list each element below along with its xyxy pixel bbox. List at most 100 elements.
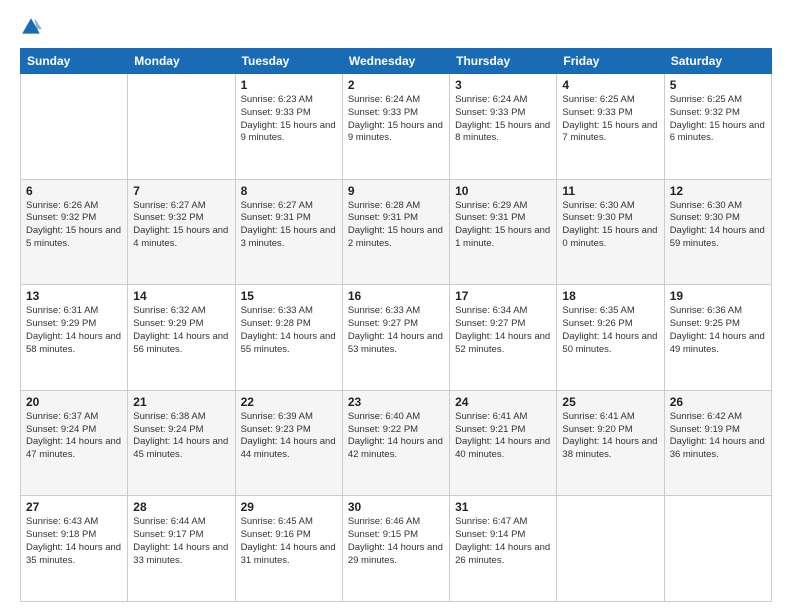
day-number: 26 (670, 395, 766, 409)
header (20, 18, 772, 38)
day-info: Sunrise: 6:35 AM Sunset: 9:26 PM Dayligh… (562, 305, 658, 356)
day-info: Sunrise: 6:25 AM Sunset: 9:32 PM Dayligh… (670, 94, 766, 145)
day-number: 8 (241, 184, 337, 198)
calendar-header-monday: Monday (128, 49, 235, 74)
day-info: Sunrise: 6:43 AM Sunset: 9:18 PM Dayligh… (26, 516, 122, 567)
day-info: Sunrise: 6:34 AM Sunset: 9:27 PM Dayligh… (455, 305, 551, 356)
day-info: Sunrise: 6:40 AM Sunset: 9:22 PM Dayligh… (348, 411, 444, 462)
day-info: Sunrise: 6:28 AM Sunset: 9:31 PM Dayligh… (348, 200, 444, 251)
calendar-cell: 15 Sunrise: 6:33 AM Sunset: 9:28 PM Dayli… (235, 285, 342, 391)
calendar-cell: 14Sunrise: 6:32 AM Sunset: 9:29 PM Dayli… (128, 285, 235, 391)
day-number: 23 (348, 395, 444, 409)
calendar-cell (21, 74, 128, 180)
calendar-cell: 9 Sunrise: 6:28 AM Sunset: 9:31 PM Daylig… (342, 179, 449, 285)
calendar-cell: 28 Sunrise: 6:44 AM Sunset: 9:17 PM Dayli… (128, 496, 235, 602)
calendar-cell (557, 496, 664, 602)
day-info: Sunrise: 6:30 AM Sunset: 9:30 PM Dayligh… (562, 200, 658, 251)
day-number: 30 (348, 500, 444, 514)
day-info: Sunrise: 6:46 AM Sunset: 9:15 PM Dayligh… (348, 516, 444, 567)
calendar-cell: 19Sunrise: 6:36 AM Sunset: 9:25 PM Dayli… (664, 285, 771, 391)
day-number: 1 (241, 78, 337, 92)
calendar-cell: 22 Sunrise: 6:39 AM Sunset: 9:23 PM Dayli… (235, 390, 342, 496)
calendar-cell: 25Sunrise: 6:41 AM Sunset: 9:20 PM Dayli… (557, 390, 664, 496)
calendar-header-wednesday: Wednesday (342, 49, 449, 74)
calendar-cell: 20 Sunrise: 6:37 AM Sunset: 9:24 PM Dayli… (21, 390, 128, 496)
calendar-cell: 24 Sunrise: 6:41 AM Sunset: 9:21 PM Dayli… (450, 390, 557, 496)
day-number: 15 (241, 289, 337, 303)
day-number: 11 (562, 184, 658, 198)
day-number: 19 (670, 289, 766, 303)
calendar-header-tuesday: Tuesday (235, 49, 342, 74)
calendar-header-thursday: Thursday (450, 49, 557, 74)
day-number: 2 (348, 78, 444, 92)
day-info: Sunrise: 6:33 AM Sunset: 9:27 PM Dayligh… (348, 305, 444, 356)
calendar-cell: 30 Sunrise: 6:46 AM Sunset: 9:15 PM Dayli… (342, 496, 449, 602)
calendar-table: SundayMondayTuesdayWednesdayThursdayFrid… (20, 48, 772, 602)
calendar-header-sunday: Sunday (21, 49, 128, 74)
calendar-cell: 2 Sunrise: 6:24 AM Sunset: 9:33 PM Daylig… (342, 74, 449, 180)
calendar-cell: 23 Sunrise: 6:40 AM Sunset: 9:22 PM Dayli… (342, 390, 449, 496)
day-info: Sunrise: 6:32 AM Sunset: 9:29 PM Dayligh… (133, 305, 229, 356)
day-number: 13 (26, 289, 122, 303)
day-info: Sunrise: 6:29 AM Sunset: 9:31 PM Dayligh… (455, 200, 551, 251)
day-number: 17 (455, 289, 551, 303)
day-number: 12 (670, 184, 766, 198)
calendar-header-friday: Friday (557, 49, 664, 74)
day-info: Sunrise: 6:37 AM Sunset: 9:24 PM Dayligh… (26, 411, 122, 462)
day-number: 18 (562, 289, 658, 303)
calendar-cell: 16 Sunrise: 6:33 AM Sunset: 9:27 PM Dayli… (342, 285, 449, 391)
day-number: 21 (133, 395, 229, 409)
calendar-cell: 10Sunrise: 6:29 AM Sunset: 9:31 PM Dayli… (450, 179, 557, 285)
day-number: 28 (133, 500, 229, 514)
day-number: 7 (133, 184, 229, 198)
day-info: Sunrise: 6:33 AM Sunset: 9:28 PM Dayligh… (241, 305, 337, 356)
calendar-week-1: 1 Sunrise: 6:23 AM Sunset: 9:33 PM Daylig… (21, 74, 772, 180)
day-number: 29 (241, 500, 337, 514)
calendar-week-2: 6 Sunrise: 6:26 AM Sunset: 9:32 PM Daylig… (21, 179, 772, 285)
day-info: Sunrise: 6:31 AM Sunset: 9:29 PM Dayligh… (26, 305, 122, 356)
day-info: Sunrise: 6:44 AM Sunset: 9:17 PM Dayligh… (133, 516, 229, 567)
day-info: Sunrise: 6:26 AM Sunset: 9:32 PM Dayligh… (26, 200, 122, 251)
day-number: 5 (670, 78, 766, 92)
day-info: Sunrise: 6:39 AM Sunset: 9:23 PM Dayligh… (241, 411, 337, 462)
day-info: Sunrise: 6:25 AM Sunset: 9:33 PM Dayligh… (562, 94, 658, 145)
day-info: Sunrise: 6:38 AM Sunset: 9:24 PM Dayligh… (133, 411, 229, 462)
calendar-header-saturday: Saturday (664, 49, 771, 74)
day-number: 4 (562, 78, 658, 92)
calendar-cell: 8Sunrise: 6:27 AM Sunset: 9:31 PM Daylig… (235, 179, 342, 285)
day-number: 24 (455, 395, 551, 409)
calendar-cell: 27 Sunrise: 6:43 AM Sunset: 9:18 PM Dayli… (21, 496, 128, 602)
calendar-cell: 18 Sunrise: 6:35 AM Sunset: 9:26 PM Dayli… (557, 285, 664, 391)
day-info: Sunrise: 6:23 AM Sunset: 9:33 PM Dayligh… (241, 94, 337, 145)
logo (20, 18, 46, 38)
day-info: Sunrise: 6:30 AM Sunset: 9:30 PM Dayligh… (670, 200, 766, 251)
calendar-cell: 7 Sunrise: 6:27 AM Sunset: 9:32 PM Daylig… (128, 179, 235, 285)
day-info: Sunrise: 6:41 AM Sunset: 9:21 PM Dayligh… (455, 411, 551, 462)
calendar-cell: 17 Sunrise: 6:34 AM Sunset: 9:27 PM Dayli… (450, 285, 557, 391)
calendar-cell: 29 Sunrise: 6:45 AM Sunset: 9:16 PM Dayli… (235, 496, 342, 602)
day-number: 20 (26, 395, 122, 409)
calendar-cell: 21 Sunrise: 6:38 AM Sunset: 9:24 PM Dayli… (128, 390, 235, 496)
calendar-cell: 31Sunrise: 6:47 AM Sunset: 9:14 PM Dayli… (450, 496, 557, 602)
calendar-cell: 1 Sunrise: 6:23 AM Sunset: 9:33 PM Daylig… (235, 74, 342, 180)
day-number: 31 (455, 500, 551, 514)
calendar-cell: 26 Sunrise: 6:42 AM Sunset: 9:19 PM Dayli… (664, 390, 771, 496)
day-number: 6 (26, 184, 122, 198)
day-number: 16 (348, 289, 444, 303)
day-info: Sunrise: 6:24 AM Sunset: 9:33 PM Dayligh… (348, 94, 444, 145)
day-info: Sunrise: 6:42 AM Sunset: 9:19 PM Dayligh… (670, 411, 766, 462)
day-number: 22 (241, 395, 337, 409)
calendar-cell: 13 Sunrise: 6:31 AM Sunset: 9:29 PM Dayli… (21, 285, 128, 391)
day-number: 25 (562, 395, 658, 409)
day-number: 9 (348, 184, 444, 198)
day-info: Sunrise: 6:27 AM Sunset: 9:32 PM Dayligh… (133, 200, 229, 251)
day-number: 27 (26, 500, 122, 514)
calendar-cell (128, 74, 235, 180)
calendar-cell: 11 Sunrise: 6:30 AM Sunset: 9:30 PM Dayli… (557, 179, 664, 285)
calendar-cell: 4 Sunrise: 6:25 AM Sunset: 9:33 PM Daylig… (557, 74, 664, 180)
day-info: Sunrise: 6:24 AM Sunset: 9:33 PM Dayligh… (455, 94, 551, 145)
calendar-cell: 12 Sunrise: 6:30 AM Sunset: 9:30 PM Dayli… (664, 179, 771, 285)
day-info: Sunrise: 6:45 AM Sunset: 9:16 PM Dayligh… (241, 516, 337, 567)
calendar-cell (664, 496, 771, 602)
calendar-cell: 5 Sunrise: 6:25 AM Sunset: 9:32 PM Daylig… (664, 74, 771, 180)
